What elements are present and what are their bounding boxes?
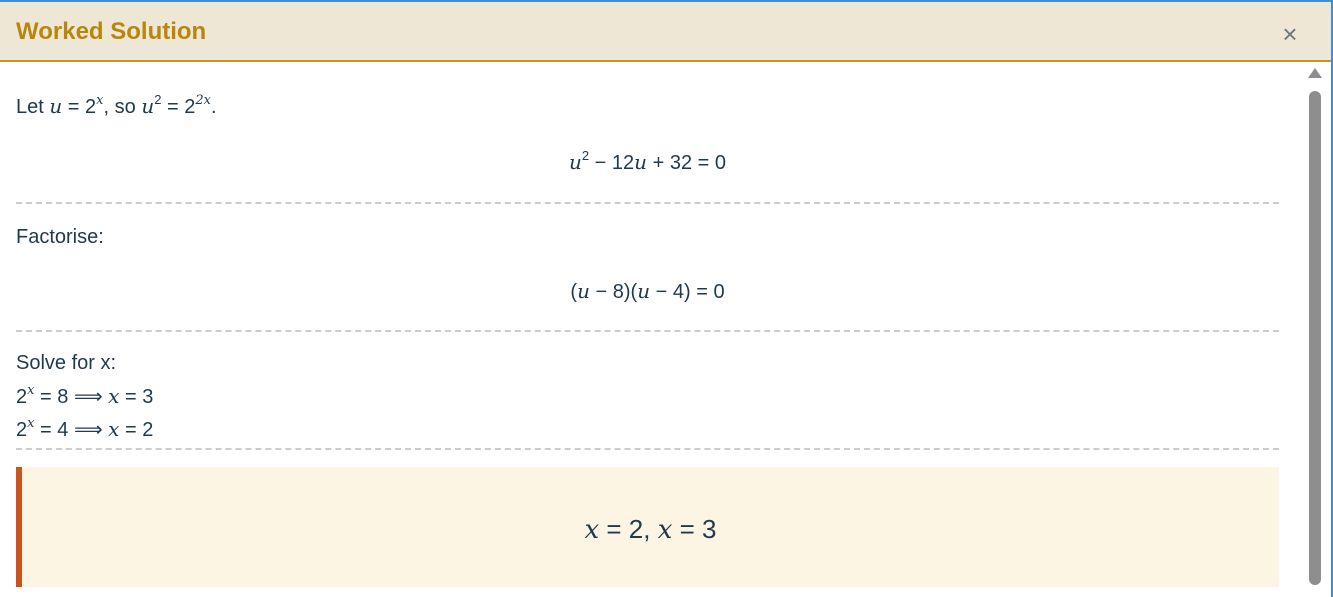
exponent: x — [96, 93, 104, 108]
text: . — [210, 96, 217, 118]
text: − 8)( — [589, 281, 638, 303]
text: = 2 — [119, 419, 154, 441]
factored-equation: (u − 8)(u − 4) = 0 — [16, 279, 1279, 304]
scroll-thumb[interactable] — [1309, 91, 1321, 585]
text: = 2, — [599, 514, 658, 544]
text: = 2 — [161, 96, 196, 118]
factorise-label: Factorise: — [16, 226, 104, 248]
solution-content: Let u = 2x, so u2 = 22x. u2 − 12u + 32 =… — [0, 62, 1300, 597]
dialog-title: Worked Solution — [16, 18, 207, 45]
text: , so — [103, 96, 142, 118]
final-answer: x = 2, x = 3 — [22, 514, 1279, 545]
text: = 3 — [119, 386, 154, 408]
solution-line: 2x = 8 ⟹ x = 3 — [16, 384, 153, 409]
step-divider — [16, 448, 1279, 450]
vertical-scrollbar[interactable] — [1306, 62, 1324, 597]
text: − 12 — [589, 152, 635, 174]
exponent: 2x — [195, 93, 211, 108]
dialog-header: Worked Solution × — [0, 2, 1331, 62]
step-divider — [16, 202, 1279, 204]
var-u: u — [637, 279, 651, 303]
var-u: u — [568, 150, 582, 174]
text: 2 — [16, 419, 28, 441]
step-divider — [16, 330, 1279, 332]
text: Let — [16, 96, 50, 118]
solution-line: 2x = 4 ⟹ x = 2 — [16, 417, 153, 442]
solve-label: Solve for x: — [16, 352, 117, 374]
var-u: u — [577, 279, 590, 303]
text: − 4) = 0 — [650, 281, 725, 303]
var-x: x — [108, 417, 120, 441]
final-answer-box: x = 2, x = 3 — [16, 467, 1279, 587]
text: = 3 — [672, 514, 717, 544]
var-u: u — [49, 94, 63, 118]
var-u: u — [141, 94, 155, 118]
var-x: x — [108, 384, 120, 408]
close-icon[interactable]: × — [1276, 20, 1304, 48]
var-x: x — [657, 515, 673, 545]
text: = 2 — [62, 96, 97, 118]
scroll-up-arrow-icon[interactable] — [1308, 68, 1322, 78]
text: + 32 = 0 — [647, 152, 727, 174]
var-u: u — [634, 150, 648, 174]
worked-solution-dialog: Worked Solution × Let u = 2x, so u2 = 22… — [0, 0, 1333, 597]
quadratic-equation: u2 − 12u + 32 = 0 — [16, 149, 1279, 175]
text: = 4 ⟹ — [34, 419, 109, 441]
text: 2 — [16, 386, 28, 408]
substitution-text: Let u = 2x, so u2 = 22x. — [16, 93, 217, 119]
text: = 8 ⟹ — [34, 386, 109, 408]
var-x: x — [584, 515, 600, 545]
